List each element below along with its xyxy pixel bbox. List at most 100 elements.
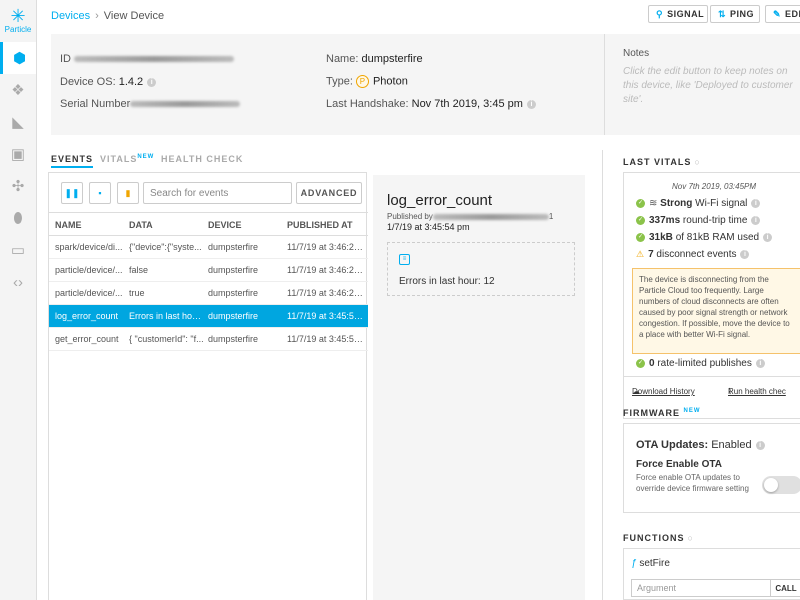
check-icon: ✓ <box>636 232 645 242</box>
table-row[interactable]: get_error_count { "customerId": "f... du… <box>49 328 368 351</box>
breadcrumb-devices-link[interactable]: Devices <box>51 10 90 22</box>
table-row-selected[interactable]: log_error_count Errors in last hour... d… <box>49 305 368 328</box>
force-ota-description: Force enable OTA updates to override dev… <box>636 473 749 493</box>
photon-badge-icon: P <box>355 75 369 88</box>
ota-updates-row: OTA Updates: Enabled i <box>636 439 765 451</box>
row-name: particle/device/... <box>55 265 123 275</box>
search-events-input[interactable] <box>143 182 292 204</box>
row-data: Errors in last hour... <box>129 311 206 321</box>
devices-nav-icon[interactable]: ⬢ <box>0 42 36 74</box>
table-row[interactable]: spark/device/di... {"device":{"syste... … <box>49 236 368 259</box>
tab-health-check[interactable]: HEALTH CHECK <box>161 154 243 164</box>
event-detail-panel: log_error_count Published by 1 1/7/19 at … <box>373 175 585 600</box>
row-device: dumpsterfire <box>208 242 259 252</box>
refresh-icon[interactable]: ○ <box>688 533 694 543</box>
functions-title: FUNCTIONS ○ <box>623 533 694 543</box>
device-id-redacted <box>74 56 235 63</box>
row-data: {"device":{"syste... <box>129 242 202 252</box>
signal-button[interactable]: ⚲ SIGNAL <box>648 5 708 23</box>
particle-logo[interactable]: ✳ Particle <box>0 0 36 42</box>
col-name: NAME <box>55 220 82 230</box>
refresh-icon[interactable]: ○ <box>694 157 700 167</box>
row-published: 11/7/19 at 3:46:26 ... <box>287 242 367 252</box>
col-device: DEVICE <box>208 220 242 230</box>
info-icon[interactable]: i <box>755 440 765 450</box>
products-nav-icon[interactable]: ❖ <box>0 74 36 106</box>
logo-text: Particle <box>4 25 32 34</box>
function-setfire: ƒ setFire <box>631 558 670 569</box>
argument-input[interactable] <box>631 579 771 597</box>
ping-button[interactable]: ⇅ PING <box>710 5 760 23</box>
row-device: dumpsterfire <box>208 288 259 298</box>
functions-card: ƒ setFire CALL <box>623 548 800 600</box>
tab-events[interactable]: EVENTS <box>51 154 94 168</box>
vital-rtt: ✓ 337ms round-trip time i <box>636 215 761 226</box>
last-handshake-field: Last Handshake: Nov 7th 2019, 3:45 pm i <box>326 98 536 110</box>
info-icon[interactable]: i <box>147 77 157 87</box>
left-rail: ✳ Particle ⬢ ❖ ◣ ▣ ✣ ⬮ ▭ ‹› <box>0 0 37 600</box>
device-type-field: Type: P Photon <box>326 75 408 88</box>
device-os-field: Device OS: 1.4.2 i <box>60 76 157 88</box>
info-icon[interactable]: i <box>751 215 761 225</box>
terminal-button[interactable]: ▪ <box>89 182 111 204</box>
docs-nav-icon[interactable]: ◣ <box>0 106 36 138</box>
breadcrumb-current: View Device <box>103 10 165 22</box>
integrations-nav-icon[interactable]: ✣ <box>0 170 36 202</box>
row-name: log_error_count <box>55 311 119 321</box>
edit-button[interactable]: ✎ EDI <box>765 5 800 23</box>
document-icon[interactable]: ≡ <box>399 254 410 265</box>
clear-button[interactable]: ▮ <box>117 182 139 204</box>
device-info-panel: ID Device OS: 1.4.2 i Serial Number Name:… <box>51 34 800 135</box>
publisher-redacted <box>432 213 549 220</box>
check-icon: ✓ <box>636 215 645 225</box>
vital-ram: ✓ 31kB of 81kB RAM used i <box>636 232 773 243</box>
device-name-value: dumpsterfire <box>361 53 423 65</box>
edit-label: EDI <box>785 9 800 19</box>
call-button[interactable]: CALL <box>771 579 800 597</box>
events-panel: ❚❚ ▪ ▮ ADVANCED NAME DATA DEVICE PUBLISH… <box>48 172 368 600</box>
console-nav-icon[interactable]: ▣ <box>0 138 36 170</box>
advanced-button[interactable]: ADVANCED <box>296 182 362 204</box>
serial-number-field: Serial Number <box>60 98 241 110</box>
event-published-date: 1/7/19 at 3:45:54 pm <box>387 222 470 232</box>
table-row[interactable]: particle/device/... true dumpsterfire 11… <box>49 282 368 305</box>
device-name-field: Name: dumpsterfire <box>326 53 423 65</box>
info-icon[interactable]: i <box>740 249 750 259</box>
info-icon[interactable]: i <box>526 99 536 109</box>
tab-vitals[interactable]: VITALSNEW <box>100 154 154 164</box>
new-badge: NEW <box>137 154 155 160</box>
row-device: dumpsterfire <box>208 265 259 275</box>
info-icon[interactable]: i <box>763 232 773 242</box>
new-badge: NEW <box>683 408 701 414</box>
signal-label: SIGNAL <box>667 9 705 19</box>
row-published: 11/7/19 at 3:45:54 ... <box>287 311 367 321</box>
serial-redacted <box>130 101 241 108</box>
table-row[interactable]: particle/device/... false dumpsterfire 1… <box>49 259 368 282</box>
event-data-box: ≡ Errors in last hour: 12 <box>387 242 575 296</box>
sim-nav-icon[interactable]: ⬮ <box>0 202 36 234</box>
notes-panel: Notes Click the edit button to keep note… <box>604 34 800 135</box>
col-published-at: PUBLISHED AT <box>287 220 353 230</box>
row-device: dumpsterfire <box>208 311 259 321</box>
force-ota-toggle[interactable] <box>762 476 800 494</box>
code-nav-icon[interactable]: ‹› <box>0 266 36 298</box>
firmware-card: OTA Updates: Enabled i Force Enable OTA F… <box>623 423 800 513</box>
vital-signal: ✓ ≋ Strong Wi-Fi signal i <box>636 198 761 209</box>
function-icon: ƒ <box>631 558 637 569</box>
billing-nav-icon[interactable]: ▭ <box>0 234 36 266</box>
vitals-timestamp: Nov 7th 2019, 03:45PM <box>672 182 757 191</box>
check-icon: ✓ <box>636 198 645 208</box>
info-icon[interactable]: i <box>751 198 761 208</box>
row-published: 11/7/19 at 3:46:26 ... <box>287 288 367 298</box>
row-name: particle/device/... <box>55 288 123 298</box>
row-device: dumpsterfire <box>208 334 259 344</box>
trash-icon: ▮ <box>125 187 131 198</box>
wifi-icon: ≋ <box>649 198 658 209</box>
device-type-value: Photon <box>372 75 408 88</box>
signal-icon: ⚲ <box>656 8 664 19</box>
info-icon[interactable]: i <box>755 358 765 368</box>
pause-button[interactable]: ❚❚ <box>61 182 83 204</box>
vital-rate-limited: ✓ 0 rate-limited publishes i <box>636 358 765 369</box>
vitals-card: Nov 7th 2019, 03:45PM ✓ ≋ Strong Wi-Fi si… <box>623 172 800 419</box>
pause-icon: ❚❚ <box>64 187 80 198</box>
